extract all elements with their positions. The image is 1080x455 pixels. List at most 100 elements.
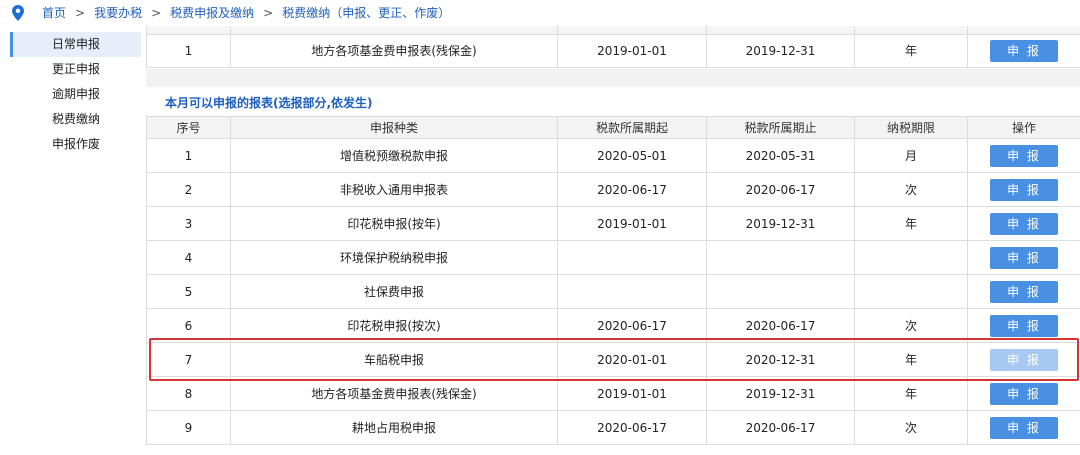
cell-type: 增值税预缴税款申报 xyxy=(230,138,558,173)
table-row: 9 耕地占用税申报 2020-06-17 2020-06-17 次申 报 xyxy=(146,410,1080,445)
cell-period xyxy=(854,274,968,309)
table-row: 2 非税收入通用申报表 2020-06-17 2020-06-17 次申 报 xyxy=(146,172,1080,207)
breadcrumb-separator: > xyxy=(75,6,86,20)
breadcrumb: 首页 > 我要办税 > 税费申报及缴纳 > 税费缴纳（申报、更正、作废） xyxy=(0,0,1080,26)
cell-end xyxy=(706,274,855,309)
breadcrumb-separator: > xyxy=(263,6,274,20)
cell-type: 社保费申报 xyxy=(230,274,558,309)
cell-start: 2020-01-01 xyxy=(557,342,707,377)
declare-button[interactable]: 申 报 xyxy=(990,212,1058,235)
cell-type: 印花税申报(按次) xyxy=(230,308,558,343)
breadcrumb-current-page[interactable]: 税费缴纳（申报、更正、作废） xyxy=(282,6,450,20)
table-header-cut xyxy=(146,26,1080,35)
breadcrumb-separator: > xyxy=(151,6,162,20)
cell-end: 2020-05-31 xyxy=(706,138,855,173)
section-divider xyxy=(146,69,1080,87)
cell-no: 1 xyxy=(146,33,231,68)
table-row: 5 社保费申报 申 报 xyxy=(146,274,1080,309)
cell-action: 申 报 xyxy=(967,274,1080,309)
cell-action: 申 报 xyxy=(967,376,1080,411)
cell-type: 环境保护税纳税申报 xyxy=(230,240,558,275)
cell-period: 次 xyxy=(854,410,968,445)
cell-period: 年 xyxy=(854,206,968,241)
previous-table: 1 地方各项基金费申报表(残保金) 2019-01-01 2019-12-31 … xyxy=(146,26,1080,68)
sidebar-item-overdue-declaration[interactable]: 逾期申报 xyxy=(10,82,141,107)
table-row: 3 印花税申报(按年) 2019-01-01 2019-12-31 年申 报 xyxy=(146,206,1080,241)
declare-button[interactable]: 申 报 xyxy=(990,382,1058,405)
cell-period: 次 xyxy=(854,172,968,207)
declare-button[interactable]: 申 报 xyxy=(990,280,1058,303)
cell-no: 9 xyxy=(146,410,231,445)
column-header-end: 税款所属期止 xyxy=(706,116,855,139)
cell-action: 申 报 xyxy=(967,342,1080,377)
table-row: 7 车船税申报 2020-01-01 2020-12-31 年申 报 xyxy=(146,342,1080,377)
cell-end: 2019-12-31 xyxy=(706,376,855,411)
declare-button[interactable]: 申 报 xyxy=(990,246,1058,269)
declare-button[interactable]: 申 报 xyxy=(990,348,1058,371)
cell-end: 2020-06-17 xyxy=(706,172,855,207)
table-row: 6 印花税申报(按次) 2020-06-17 2020-06-17 次申 报 xyxy=(146,308,1080,343)
section-title: 本月可以申报的报表(选报部分,依发生) xyxy=(165,96,373,110)
table-row: 1 地方各项基金费申报表(残保金) 2019-01-01 2019-12-31 … xyxy=(146,33,1080,68)
main-content: 1 地方各项基金费申报表(残保金) 2019-01-01 2019-12-31 … xyxy=(146,26,1080,455)
column-header-type: 申报种类 xyxy=(230,116,558,139)
cell-start xyxy=(557,274,707,309)
breadcrumb-declaration-payment[interactable]: 税费申报及缴纳 xyxy=(170,6,254,20)
cell-start: 2019-01-01 xyxy=(557,376,707,411)
cell-type: 地方各项基金费申报表(残保金) xyxy=(230,33,558,68)
cell-no: 7 xyxy=(146,342,231,377)
cell-end: 2019-12-31 xyxy=(706,206,855,241)
cell-start: 2020-05-01 xyxy=(557,138,707,173)
cell-action: 申 报 xyxy=(967,33,1080,68)
cell-no: 8 xyxy=(146,376,231,411)
table-row: 8 地方各项基金费申报表(残保金) 2019-01-01 2019-12-31 年申 报 xyxy=(146,376,1080,411)
column-header-period: 纳税期限 xyxy=(854,116,968,139)
cell-period: 月 xyxy=(854,138,968,173)
cell-no: 1 xyxy=(146,138,231,173)
sidebar-item-daily-declaration[interactable]: 日常申报 xyxy=(10,32,141,57)
declare-button[interactable]: 申 报 xyxy=(990,178,1058,201)
cell-start: 2020-06-17 xyxy=(557,410,707,445)
cell-period: 年 xyxy=(854,33,968,68)
cell-action: 申 报 xyxy=(967,206,1080,241)
cell-start: 2019-01-01 xyxy=(557,33,707,68)
declare-button[interactable]: 申 报 xyxy=(990,416,1058,439)
cell-start xyxy=(557,240,707,275)
table-header-row: 序号 申报种类 税款所属期起 税款所属期止 纳税期限 操作 xyxy=(146,116,1080,139)
table-row: 4 环境保护税纳税申报 申 报 xyxy=(146,240,1080,275)
cell-action: 申 报 xyxy=(967,240,1080,275)
cell-type: 非税收入通用申报表 xyxy=(230,172,558,207)
cell-period: 年 xyxy=(854,376,968,411)
cell-period xyxy=(854,240,968,275)
sidebar-item-declaration-void[interactable]: 申报作废 xyxy=(10,132,141,157)
cell-type: 车船税申报 xyxy=(230,342,558,377)
cell-no: 6 xyxy=(146,308,231,343)
location-pin-icon xyxy=(12,5,24,21)
cell-action: 申 报 xyxy=(967,172,1080,207)
section-header: 本月可以申报的报表(选报部分,依发生) xyxy=(146,87,1080,115)
cell-no: 4 xyxy=(146,240,231,275)
breadcrumb-tax-services[interactable]: 我要办税 xyxy=(94,6,142,20)
breadcrumb-home[interactable]: 首页 xyxy=(42,6,66,20)
column-header-no: 序号 xyxy=(146,116,231,139)
cell-action: 申 报 xyxy=(967,308,1080,343)
sidebar-item-correction-declaration[interactable]: 更正申报 xyxy=(10,57,141,82)
cell-start: 2020-06-17 xyxy=(557,172,707,207)
cell-period: 次 xyxy=(854,308,968,343)
cell-period: 年 xyxy=(854,342,968,377)
declare-button[interactable]: 申 报 xyxy=(990,144,1058,167)
cell-end: 2020-06-17 xyxy=(706,410,855,445)
cell-end: 2019-12-31 xyxy=(706,33,855,68)
sidebar-item-tax-payment[interactable]: 税费缴纳 xyxy=(10,107,141,132)
cell-type: 印花税申报(按年) xyxy=(230,206,558,241)
cell-end: 2020-06-17 xyxy=(706,308,855,343)
cell-no: 5 xyxy=(146,274,231,309)
column-header-start: 税款所属期起 xyxy=(557,116,707,139)
cell-end xyxy=(706,240,855,275)
cell-no: 2 xyxy=(146,172,231,207)
declare-button[interactable]: 申 报 xyxy=(990,39,1058,62)
declarable-reports-table: 序号 申报种类 税款所属期起 税款所属期止 纳税期限 操作 1 增值税预缴税款申报… xyxy=(146,116,1080,445)
cell-no: 3 xyxy=(146,206,231,241)
declare-button[interactable]: 申 报 xyxy=(990,314,1058,337)
cell-start: 2020-06-17 xyxy=(557,308,707,343)
